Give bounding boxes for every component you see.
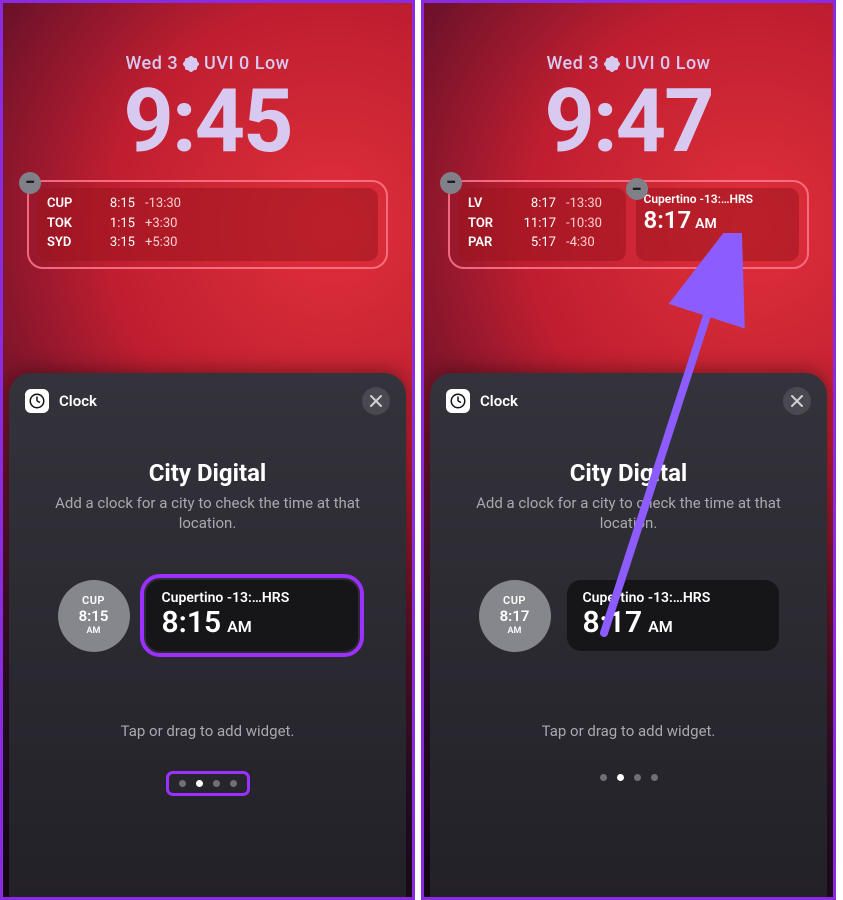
city-offset: +3:30 xyxy=(145,214,368,234)
page-dot xyxy=(651,774,658,781)
city-time: 3:15 xyxy=(95,233,135,253)
city-code: TOR xyxy=(468,214,506,234)
sheet-app-title: Clock xyxy=(480,392,783,410)
preview-time: 8:15 xyxy=(79,607,109,626)
city-time: 8:17 xyxy=(516,194,556,214)
lockscreen-top: Wed 3 UVI 0 Low 9:45 xyxy=(3,3,412,166)
worldclock-row: PAR 5:17 -4:30 xyxy=(468,233,616,253)
widget-slot[interactable]: − CUP 8:15 -13:30 TOK 1:15 +3:30 SYD 3:1… xyxy=(27,180,388,269)
worldclock-row: TOK 1:15 +3:30 xyxy=(47,214,368,234)
widget-subtitle: Add a clock for a city to check the time… xyxy=(466,493,791,534)
close-sheet-button[interactable] xyxy=(362,387,390,415)
lockscreen-top: Wed 3 UVI 0 Low 9:47 xyxy=(424,3,833,166)
sheet-header: Clock xyxy=(9,373,406,419)
city-code: CUP xyxy=(47,194,85,214)
preview-city: CUP xyxy=(82,594,105,608)
widget-picker-sheet[interactable]: Clock City Digital Add a clock for a cit… xyxy=(9,373,406,897)
city-offset: -4:30 xyxy=(566,233,616,253)
city-code: TOK xyxy=(47,214,85,234)
city-offset: -10:30 xyxy=(566,214,616,234)
city-time: 11:17 xyxy=(516,214,556,234)
city-offset: +5:30 xyxy=(145,233,368,253)
city-time: 1:15 xyxy=(95,214,135,234)
remove-widget-button[interactable]: − xyxy=(19,172,41,194)
sheet-app-title: Clock xyxy=(59,392,362,410)
sheet-hint: Tap or drag to add widget. xyxy=(9,722,406,740)
widget-preview-row[interactable]: CUP 8:15 AM Cupertino -13:…HRS 8:15AM xyxy=(9,580,406,652)
widget-preview-row[interactable]: CUP 8:17 AM Cupertino -13:…HRS 8:17AM xyxy=(430,580,827,652)
widget-heading: City Digital xyxy=(9,459,406,487)
page-dot xyxy=(634,774,641,781)
page-dot xyxy=(179,780,186,787)
page-indicator[interactable] xyxy=(169,774,247,793)
remove-widget-button[interactable]: − xyxy=(440,172,462,194)
page-dot xyxy=(600,774,607,781)
preview-city: CUP xyxy=(503,594,526,608)
preview-ampm: AM xyxy=(87,626,101,637)
screenshot-left: Wed 3 UVI 0 Low 9:45 − CUP 8:15 -13:30 T… xyxy=(0,0,415,900)
preview-ampm: AM xyxy=(227,617,252,636)
preview-ampm: AM xyxy=(648,617,673,636)
lockscreen-time[interactable]: 9:45 xyxy=(3,78,412,166)
sun-icon xyxy=(605,57,619,71)
worldclock-row: CUP 8:15 -13:30 xyxy=(47,194,368,214)
remove-widget-button[interactable]: − xyxy=(626,178,648,200)
widget-time-value: 8:17 xyxy=(644,206,692,234)
city-time: 8:15 xyxy=(95,194,135,214)
preview-time: 8:17 AM xyxy=(583,606,763,639)
city-offset: -13:30 xyxy=(145,194,368,214)
widget-city-label: Cupertino -13:…HRS xyxy=(644,192,792,206)
widget-time: 8:17AM xyxy=(644,206,792,234)
page-dot xyxy=(213,780,220,787)
page-dot xyxy=(230,780,237,787)
screenshot-right: Wed 3 UVI 0 Low 9:47 − LV 8:17 -13:30 TO… xyxy=(421,0,836,900)
preview-label: Cupertino -13:…HRS xyxy=(583,590,763,606)
worldclock-row: LV 8:17 -13:30 xyxy=(468,194,616,214)
preview-label: Cupertino -13:…HRS xyxy=(162,590,342,606)
widget-preview-large[interactable]: Cupertino -13:…HRS 8:15 AM xyxy=(146,580,358,651)
lockscreen-time[interactable]: 9:47 xyxy=(424,78,833,166)
city-time: 5:17 xyxy=(516,233,556,253)
widget-preview-small[interactable]: CUP 8:15 AM xyxy=(58,580,130,652)
clock-app-icon xyxy=(25,389,49,413)
widget-ampm: AM xyxy=(695,216,717,232)
city-code: PAR xyxy=(468,233,506,253)
page-dot-active xyxy=(617,774,624,781)
city-code: SYD xyxy=(47,233,85,253)
preview-time-value: 8:17 xyxy=(583,605,643,640)
page-dot-active xyxy=(196,780,203,787)
preview-ampm: AM xyxy=(508,626,522,637)
worldclock-row: SYD 3:15 +5:30 xyxy=(47,233,368,253)
sheet-header: Clock xyxy=(430,373,827,419)
preview-time: 8:15 AM xyxy=(162,606,342,639)
city-offset: -13:30 xyxy=(566,194,616,214)
city-code: LV xyxy=(468,194,506,214)
preview-time-value: 8:15 xyxy=(162,605,222,640)
page-indicator[interactable] xyxy=(430,774,827,781)
widget-preview-small[interactable]: CUP 8:17 AM xyxy=(479,580,551,652)
preview-time: 8:17 xyxy=(500,607,530,626)
worldclock-widget[interactable]: LV 8:17 -13:30 TOR 11:17 -10:30 PAR 5:17… xyxy=(458,188,626,261)
widget-picker-sheet[interactable]: Clock City Digital Add a clock for a cit… xyxy=(430,373,827,897)
clock-app-icon xyxy=(446,389,470,413)
widget-subtitle: Add a clock for a city to check the time… xyxy=(45,493,370,534)
widget-slot[interactable]: − LV 8:17 -13:30 TOR 11:17 -10:30 PAR 5:… xyxy=(448,180,809,269)
sun-icon xyxy=(184,57,198,71)
sheet-hint: Tap or drag to add widget. xyxy=(430,722,827,740)
close-sheet-button[interactable] xyxy=(783,387,811,415)
city-digital-widget[interactable]: − Cupertino -13:…HRS 8:17AM xyxy=(636,188,800,261)
worldclock-row: TOR 11:17 -10:30 xyxy=(468,214,616,234)
widget-preview-large[interactable]: Cupertino -13:…HRS 8:17 AM xyxy=(567,580,779,651)
worldclock-widget[interactable]: CUP 8:15 -13:30 TOK 1:15 +3:30 SYD 3:15 … xyxy=(37,188,378,261)
widget-heading: City Digital xyxy=(430,459,827,487)
